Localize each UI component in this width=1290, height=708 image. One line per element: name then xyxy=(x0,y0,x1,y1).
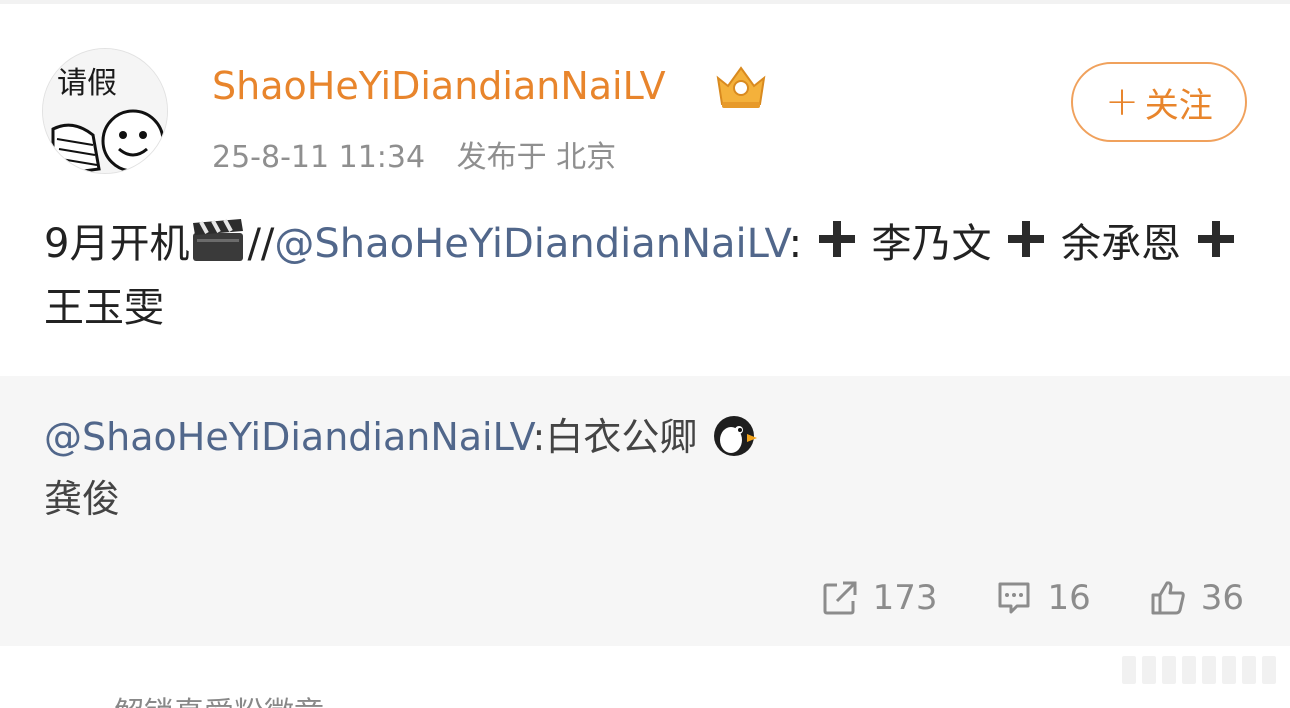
author-name[interactable]: ShaoHeYiDiandianNaiLV xyxy=(212,64,666,108)
comment-count: 16 xyxy=(1047,578,1091,618)
avatar[interactable]: 请假 xyxy=(42,48,168,174)
heavy-plus-icon xyxy=(818,221,855,257)
repost-separator: // xyxy=(247,221,275,267)
post-time: 25-8-11 11:34 xyxy=(212,140,426,175)
name-item: 李乃文 xyxy=(871,221,992,267)
share-button[interactable]: 173 xyxy=(821,578,938,618)
post-header: 请假 ShaoHeYiDiandianNaiLV 25-8-11 11:34 发… xyxy=(0,0,1290,200)
repost-content: :白衣公卿 xyxy=(532,415,698,459)
name-item: 余承恩 xyxy=(1060,221,1181,267)
share-icon xyxy=(823,581,857,615)
share-count: 173 xyxy=(872,578,938,618)
comment-button[interactable]: 16 xyxy=(995,578,1091,618)
comment-icon xyxy=(998,582,1030,614)
penguin-icon xyxy=(714,416,758,456)
footer-area: 解锁真爱粉徽章 xyxy=(0,646,1290,708)
post-text: 9月开机 //@ShaoHeYiDiandianNaiLV: 李乃文 余承恩 王… xyxy=(44,212,1254,340)
repost-box[interactable]: @ShaoHeYiDiandianNaiLV:白衣公卿 龚俊 173 16 36 xyxy=(0,376,1290,646)
watermark xyxy=(1122,656,1276,684)
avatar-image: 请假 xyxy=(43,49,167,173)
clapperboard-icon xyxy=(193,219,244,261)
mention-link[interactable]: @ShaoHeYiDiandianNaiLV xyxy=(274,221,788,267)
avatar-text: 请假 xyxy=(57,66,117,101)
repost-line2: 龚俊 xyxy=(44,477,121,521)
heavy-plus-icon xyxy=(1008,221,1045,257)
repost-text: @ShaoHeYiDiandianNaiLV:白衣公卿 龚俊 xyxy=(44,406,1244,530)
thumbs-up-icon xyxy=(1151,581,1185,615)
name-item: 王玉雯 xyxy=(44,285,164,331)
heavy-plus-icon xyxy=(1197,221,1234,257)
like-count: 36 xyxy=(1200,578,1244,618)
follow-label: 关注 xyxy=(1144,85,1213,126)
plus-icon: + xyxy=(1105,79,1139,125)
fan-badge-link[interactable]: 解锁真爱粉徽章 xyxy=(114,688,324,708)
like-button[interactable]: 36 xyxy=(1149,578,1244,618)
repost-mention-link[interactable]: @ShaoHeYiDiandianNaiLV xyxy=(44,415,533,459)
action-bar: 173 16 36 xyxy=(821,578,1244,618)
post-text-part: 9月开机 xyxy=(44,221,190,267)
follow-button[interactable]: + 关注 xyxy=(1071,62,1247,142)
post-meta: 25-8-11 11:34 发布于 北京 xyxy=(212,132,616,176)
colon: : xyxy=(788,221,803,267)
crown-icon xyxy=(716,66,766,108)
post-location: 发布于 北京 xyxy=(456,140,617,175)
